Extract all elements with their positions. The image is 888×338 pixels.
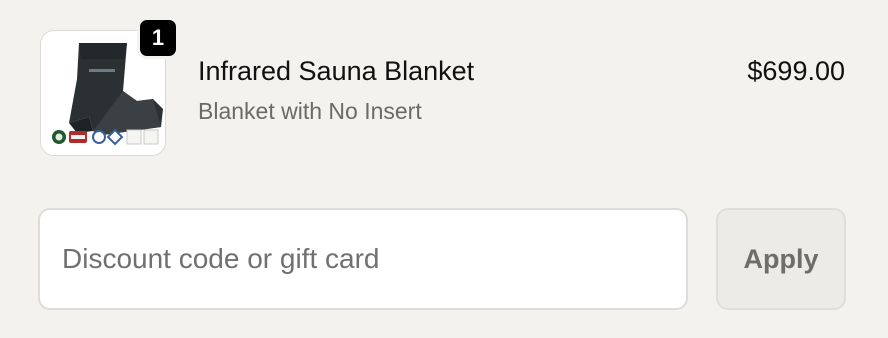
discount-code-input[interactable]	[38, 208, 688, 310]
product-title: Infrared Sauna Blanket	[198, 56, 475, 86]
product-variant: Blanket with No Insert	[198, 98, 422, 124]
quantity-badge: 1	[137, 17, 179, 59]
order-summary: 1 Infrared Sauna Blanket Blanket with No…	[0, 0, 888, 338]
apply-discount-button[interactable]: Apply	[716, 208, 846, 310]
product-price: $699.00	[747, 56, 845, 86]
